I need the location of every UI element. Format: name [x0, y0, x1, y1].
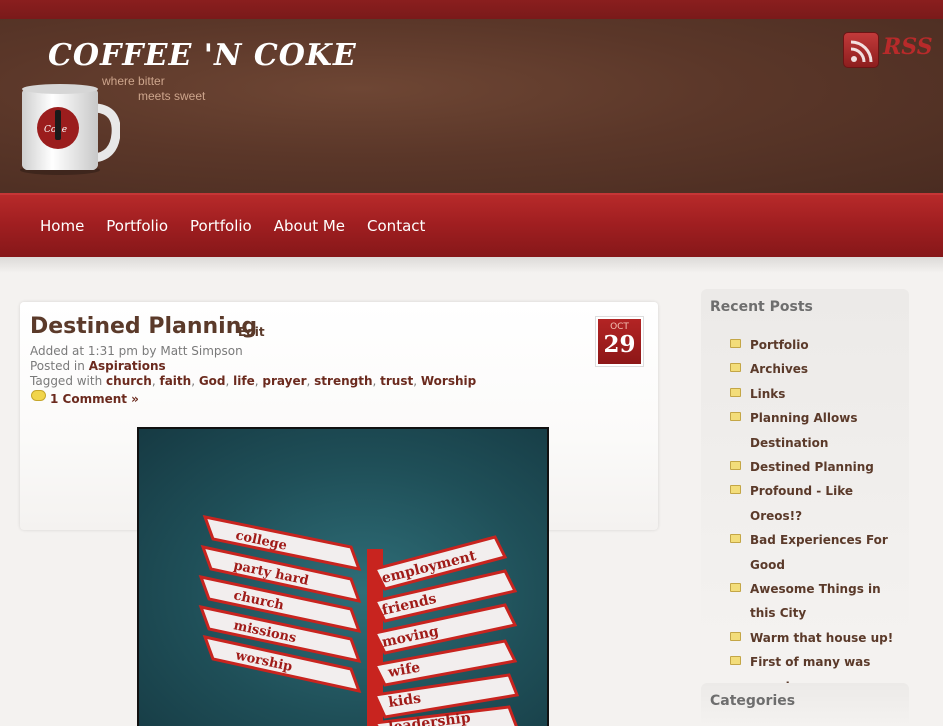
nav-home[interactable]: Home: [40, 217, 84, 235]
list-item: Profound - Like Oreos!?: [730, 479, 900, 528]
nav-shadow: [0, 257, 943, 273]
tag-link[interactable]: God: [199, 374, 226, 388]
recent-posts-list: Portfolio Archives Links Planning Allows…: [730, 333, 900, 699]
categories-widget: Categories: [701, 683, 909, 726]
folder-icon: [730, 485, 741, 495]
post-category-link[interactable]: Aspirations: [89, 359, 166, 373]
nav-about-me[interactable]: About Me: [274, 217, 345, 235]
recent-post-link[interactable]: Awesome Things in this City: [750, 582, 881, 620]
tag-link[interactable]: faith: [159, 374, 191, 388]
rss-label: RSS: [883, 34, 933, 60]
recent-post-link[interactable]: Warm that house up!: [750, 631, 893, 645]
top-strip: [0, 0, 943, 19]
recent-post-link[interactable]: Profound - Like Oreos!?: [750, 484, 853, 522]
nav-portfolio-2[interactable]: Portfolio: [190, 217, 252, 235]
folder-icon: [730, 631, 741, 641]
list-item: Portfolio: [730, 333, 900, 357]
list-item: Links: [730, 382, 900, 406]
rss-feed-link[interactable]: RSS: [843, 32, 933, 72]
rss-icon: [843, 32, 879, 68]
main-navigation: Home Portfolio Portfolio About Me Contac…: [0, 193, 943, 257]
folder-icon: [730, 387, 741, 397]
date-day: 29: [603, 331, 636, 358]
folder-icon: [730, 412, 741, 422]
recent-post-link[interactable]: Planning Allows Destination: [750, 411, 858, 449]
tag-link[interactable]: strength: [314, 374, 372, 388]
list-item: Archives: [730, 357, 900, 381]
folder-icon: [730, 534, 741, 544]
signpost-illustration: college party hard church missions worsh…: [198, 514, 520, 726]
post-image-signpost: college party hard church missions worsh…: [137, 427, 549, 726]
recent-post-link[interactable]: Bad Experiences For Good: [750, 533, 888, 571]
recent-post-link[interactable]: Archives: [750, 362, 808, 376]
post-category-line: Posted in Aspirations: [30, 359, 166, 373]
coffee-mug-logo-icon: Coke: [20, 84, 120, 175]
tagged-with-label: Tagged with: [30, 374, 103, 388]
post-date-badge: OCT 29: [595, 316, 644, 367]
categories-title: Categories: [710, 693, 796, 709]
list-item: Planning Allows Destination: [730, 406, 900, 455]
recent-post-link[interactable]: Portfolio: [750, 338, 809, 352]
folder-icon: [730, 461, 741, 471]
folder-icon: [730, 363, 741, 373]
list-item: Awesome Things in this City: [730, 577, 900, 626]
tag-link[interactable]: prayer: [262, 374, 306, 388]
post-added-line: Added at 1:31 pm by Matt Simpson: [30, 344, 243, 358]
comments-link[interactable]: 1 Comment »: [50, 392, 139, 406]
list-item: Warm that house up!: [730, 626, 900, 650]
folder-icon: [730, 583, 741, 593]
recent-posts-title: Recent Posts: [710, 299, 813, 315]
posted-in-label: Posted in: [30, 359, 85, 373]
folder-icon: [730, 339, 741, 348]
recent-posts-widget: Recent Posts Portfolio Archives Links Pl…: [701, 289, 909, 694]
nav-menu: Home Portfolio Portfolio About Me Contac…: [40, 217, 447, 235]
post-title[interactable]: Destined Planning: [30, 314, 257, 339]
list-item: Destined Planning: [730, 455, 900, 479]
comment-bubble-icon: [31, 390, 46, 401]
nav-portfolio[interactable]: Portfolio: [106, 217, 168, 235]
tag-link[interactable]: Worship: [421, 374, 476, 388]
post-tags-line: Tagged with church, faith, God, life, pr…: [30, 374, 477, 388]
tag-link[interactable]: trust: [380, 374, 413, 388]
recent-post-link[interactable]: Links: [750, 387, 785, 401]
post-edit-link[interactable]: Edit: [238, 325, 265, 339]
tag-link[interactable]: church: [106, 374, 152, 388]
recent-post-link[interactable]: Destined Planning: [750, 460, 874, 474]
list-item: Bad Experiences For Good: [730, 528, 900, 577]
site-title[interactable]: COFFEE 'N COKE: [48, 38, 357, 73]
nav-contact[interactable]: Contact: [367, 217, 425, 235]
tag-link[interactable]: life: [233, 374, 255, 388]
folder-icon: [730, 656, 741, 666]
